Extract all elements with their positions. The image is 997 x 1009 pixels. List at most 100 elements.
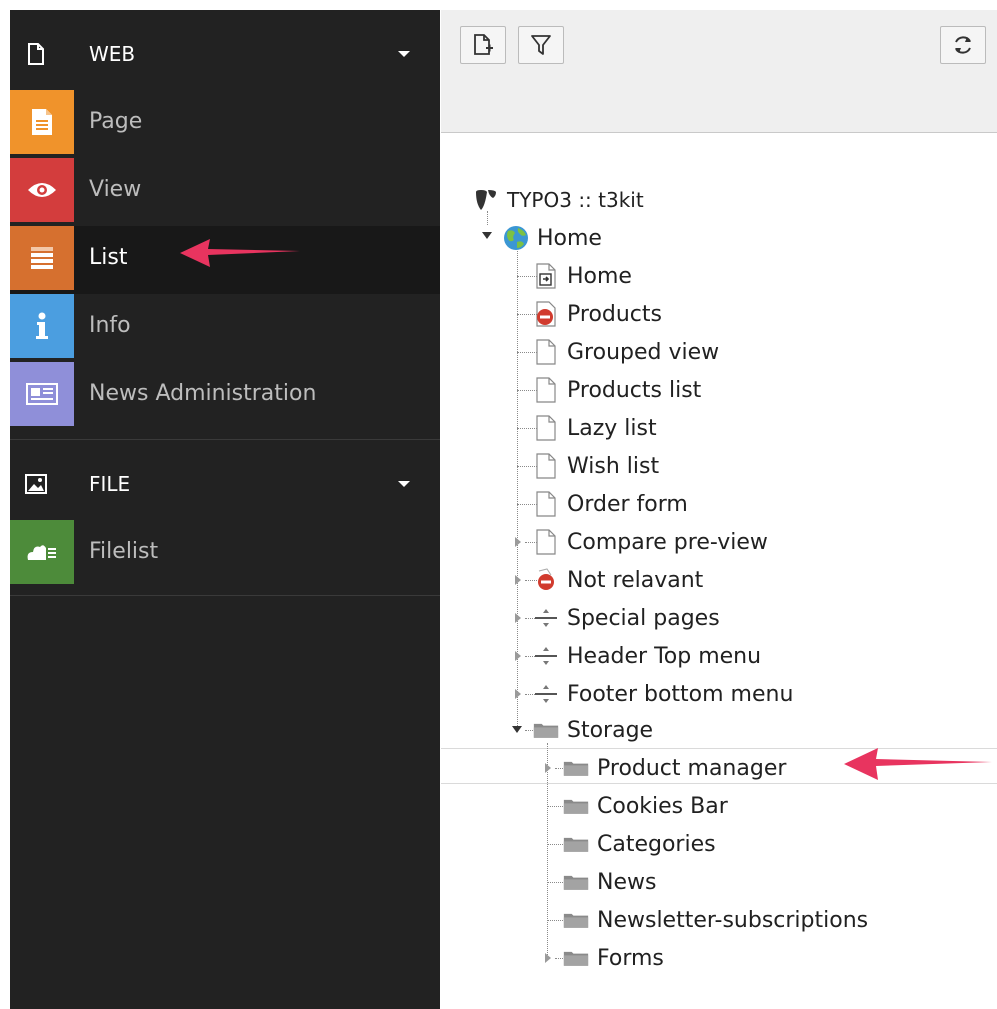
- refresh-icon: [955, 36, 971, 54]
- expand-toggle[interactable]: [515, 651, 521, 661]
- tree-node-forms[interactable]: Forms: [563, 940, 664, 976]
- expand-toggle[interactable]: [515, 537, 521, 547]
- tree-node-label: Header Top menu: [567, 643, 762, 669]
- tree-node-label: Categories: [597, 831, 716, 857]
- image-icon: [25, 474, 47, 494]
- tree-node-home-root[interactable]: Home: [503, 220, 602, 256]
- tree-node-label: Cookies Bar: [597, 793, 728, 819]
- tree-node-label: Footer bottom menu: [567, 681, 794, 707]
- expand-toggle[interactable]: [515, 575, 521, 585]
- tree-node-products-list[interactable]: Products list: [533, 372, 701, 408]
- tree-node-label: Products list: [567, 377, 702, 403]
- module-view[interactable]: View: [10, 158, 440, 226]
- tree-node-header-top-menu[interactable]: Header Top menu: [533, 638, 761, 674]
- module-menu: WEB Page View List Info News Administrat…: [10, 10, 440, 1009]
- new-page-icon: [474, 34, 493, 55]
- tree-node-products[interactable]: Products: [533, 296, 662, 332]
- shortcut-page-icon: [533, 263, 559, 289]
- tree-node-categories[interactable]: Categories: [563, 826, 716, 862]
- page-icon: [533, 339, 559, 365]
- tree-node-label: News: [597, 869, 657, 895]
- tree-node-label: Product manager: [597, 755, 787, 781]
- spacer-icon: [533, 681, 559, 707]
- filter-icon: [531, 35, 551, 55]
- module-group-label: WEB: [89, 42, 136, 66]
- info-icon: [10, 294, 74, 358]
- expand-toggle[interactable]: [515, 689, 521, 699]
- tree-node-footer-bottom-menu[interactable]: Footer bottom menu: [533, 676, 793, 712]
- refresh-button[interactable]: [940, 26, 986, 64]
- page-icon: [533, 453, 559, 479]
- tree-node-label: Order form: [567, 491, 688, 517]
- module-label: Page: [89, 109, 143, 134]
- module-news-administration[interactable]: News Administration: [10, 362, 440, 430]
- folder-icon: [563, 907, 589, 933]
- tree-node-home[interactable]: Home: [533, 258, 632, 294]
- tree-node-label: TYPO3 :: t3kit: [507, 188, 644, 212]
- tree-root[interactable]: TYPO3 :: t3kit: [473, 182, 644, 218]
- folder-icon: [533, 717, 559, 743]
- news-icon: [10, 362, 74, 426]
- expand-toggle[interactable]: [515, 613, 521, 623]
- module-filelist[interactable]: Filelist: [10, 520, 440, 588]
- folder-icon: [563, 945, 589, 971]
- module-label: List: [89, 245, 128, 270]
- module-label: View: [89, 177, 142, 202]
- folder-icon: [563, 793, 589, 819]
- page-module-icon: [10, 90, 74, 154]
- annotation-arrow-icon: [180, 239, 300, 267]
- folder-icon: [563, 869, 589, 895]
- tree-node-label: Compare pre-view: [567, 529, 768, 555]
- folder-icon: [563, 831, 589, 857]
- collapse-toggle[interactable]: [512, 726, 522, 733]
- module-group-label: FILE: [89, 472, 131, 496]
- tree-node-newsletter-subscriptions[interactable]: Newsletter-subscriptions: [563, 902, 868, 938]
- module-label: Info: [89, 313, 131, 338]
- page-icon: [28, 43, 44, 65]
- hidden-icon: [533, 567, 559, 593]
- tree-guide-line: [547, 743, 548, 955]
- tree-node-not-relavant[interactable]: Not relavant: [533, 562, 703, 598]
- tree-node-compare-pre-view[interactable]: Compare pre-view: [533, 524, 768, 560]
- menu-divider: [10, 439, 440, 440]
- chevron-down-icon: [398, 481, 410, 487]
- page-icon: [533, 415, 559, 441]
- tree-node-label: Forms: [597, 945, 664, 971]
- tree-node-wish-list[interactable]: Wish list: [533, 448, 659, 484]
- tree-node-order-form[interactable]: Order form: [533, 486, 688, 522]
- tree-node-storage[interactable]: Storage: [533, 712, 653, 748]
- expand-toggle[interactable]: [545, 763, 551, 773]
- tree-node-special-pages[interactable]: Special pages: [533, 600, 720, 636]
- collapse-toggle[interactable]: [482, 232, 492, 239]
- module-group-web[interactable]: WEB: [10, 20, 440, 88]
- module-group-file[interactable]: FILE: [10, 450, 440, 518]
- tree-node-news[interactable]: News: [563, 864, 656, 900]
- page-icon: [533, 529, 559, 555]
- tree-node-lazy-list[interactable]: Lazy list: [533, 410, 657, 446]
- expand-toggle[interactable]: [545, 953, 551, 963]
- tree-node-label: Products: [567, 301, 662, 327]
- module-page[interactable]: Page: [10, 90, 440, 158]
- tree-node-label: Newsletter-subscriptions: [597, 907, 869, 933]
- typo3-logo-icon: [473, 187, 499, 213]
- tree-node-label: Lazy list: [567, 415, 657, 441]
- tree-node-label: Grouped view: [567, 339, 720, 365]
- page-icon: [533, 491, 559, 517]
- page-icon: [533, 377, 559, 403]
- module-info[interactable]: Info: [10, 294, 440, 362]
- tree-node-product-manager[interactable]: Product manager: [563, 750, 786, 786]
- annotation-arrow-icon: [844, 748, 992, 780]
- tree-node-label: Not relavant: [567, 567, 704, 593]
- tree-node-cookies-bar[interactable]: Cookies Bar: [563, 788, 728, 824]
- tree-node-label: Storage: [567, 717, 654, 743]
- filter-button[interactable]: [518, 26, 564, 64]
- module-label: Filelist: [89, 539, 159, 564]
- tree-node-grouped-view[interactable]: Grouped view: [533, 334, 719, 370]
- spacer-icon: [533, 605, 559, 631]
- spacer-icon: [533, 643, 559, 669]
- new-page-button[interactable]: [460, 26, 506, 64]
- tree-node-label: Wish list: [567, 453, 660, 479]
- page-hidden-icon: [533, 301, 559, 327]
- chevron-down-icon: [398, 51, 410, 57]
- module-label: News Administration: [89, 381, 317, 406]
